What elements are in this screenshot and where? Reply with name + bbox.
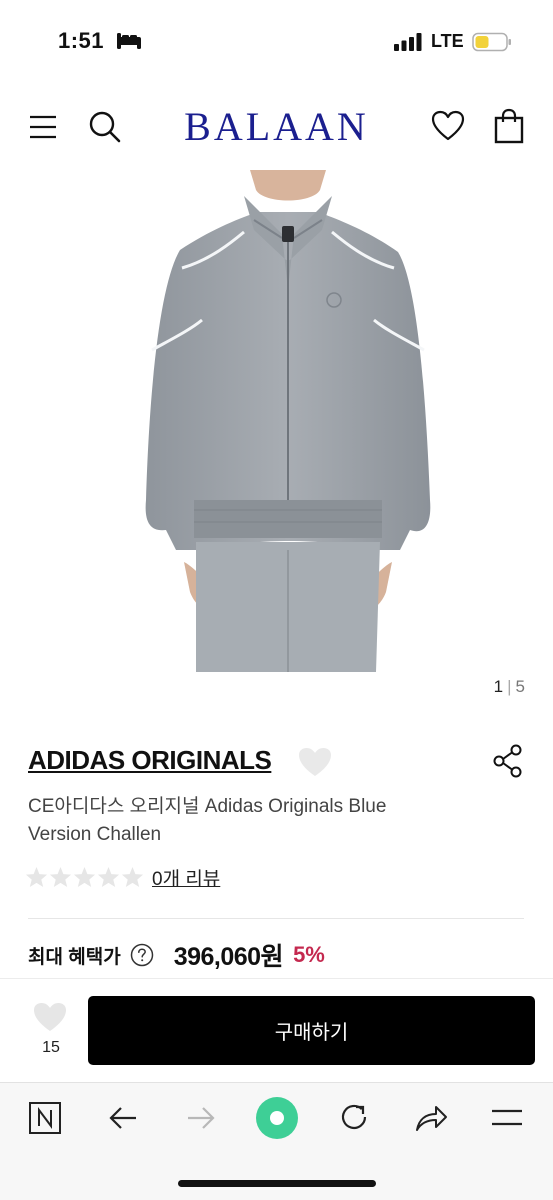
bag-icon[interactable] bbox=[494, 108, 524, 144]
share-icon[interactable] bbox=[493, 744, 523, 778]
battery-icon bbox=[472, 32, 511, 52]
benefit-label: 최대 혜택가 bbox=[28, 946, 121, 968]
purchase-bar: 15 구매하기 bbox=[0, 978, 553, 1082]
buy-button[interactable]: 구매하기 bbox=[88, 996, 535, 1065]
hamburger-icon[interactable] bbox=[490, 1107, 524, 1129]
star-icon bbox=[25, 866, 48, 888]
home-icon[interactable] bbox=[255, 1096, 299, 1140]
star-icon bbox=[49, 866, 72, 888]
like-count: 15 bbox=[42, 1039, 60, 1056]
app-header: BALAAN bbox=[0, 84, 553, 170]
brand-logo[interactable]: BALAAN bbox=[0, 103, 553, 150]
like-button[interactable]: 15 bbox=[28, 997, 74, 1067]
tab-icon[interactable] bbox=[28, 1101, 62, 1135]
home-indicator bbox=[178, 1180, 376, 1187]
rating-row: 0개 리뷰 bbox=[25, 864, 220, 891]
brand-name-link[interactable]: ADIDAS ORIGINALS bbox=[28, 745, 272, 776]
image-counter: 1 | 5 bbox=[494, 677, 525, 697]
signal-icon bbox=[394, 33, 422, 51]
review-link[interactable]: 0개 리뷰 bbox=[152, 864, 220, 891]
share-arrow-icon[interactable] bbox=[414, 1103, 448, 1133]
heart-icon bbox=[34, 1003, 66, 1031]
help-icon[interactable] bbox=[130, 943, 154, 967]
sleep-icon bbox=[117, 33, 141, 49]
status-bar: 1:51 LTE bbox=[0, 0, 553, 84]
divider bbox=[28, 918, 524, 919]
image-counter-current: 1 bbox=[493, 677, 504, 696]
star-icon bbox=[97, 866, 120, 888]
product-image[interactable] bbox=[140, 170, 436, 672]
product-name: CE아디다스 오리지널 Adidas Originals Blue Versio… bbox=[28, 796, 387, 845]
reload-icon[interactable] bbox=[338, 1101, 370, 1133]
star-icon bbox=[121, 866, 144, 888]
image-counter-total: 5 bbox=[515, 677, 525, 696]
brand-like-heart-icon[interactable] bbox=[297, 746, 333, 778]
heart-icon[interactable] bbox=[431, 110, 465, 142]
status-time: 1:51 bbox=[58, 28, 105, 53]
forward-arrow-icon[interactable] bbox=[186, 1103, 216, 1133]
star-icon bbox=[73, 866, 96, 888]
benefit-price-row: 최대 혜택가 396,060원 5% bbox=[28, 937, 325, 973]
price: 396,060원 bbox=[173, 943, 284, 971]
discount-rate: 5% bbox=[293, 942, 325, 967]
rating-stars bbox=[25, 866, 144, 888]
network-label: LTE bbox=[431, 31, 464, 51]
image-counter-separator: | bbox=[507, 677, 512, 696]
back-arrow-icon[interactable] bbox=[108, 1103, 138, 1133]
